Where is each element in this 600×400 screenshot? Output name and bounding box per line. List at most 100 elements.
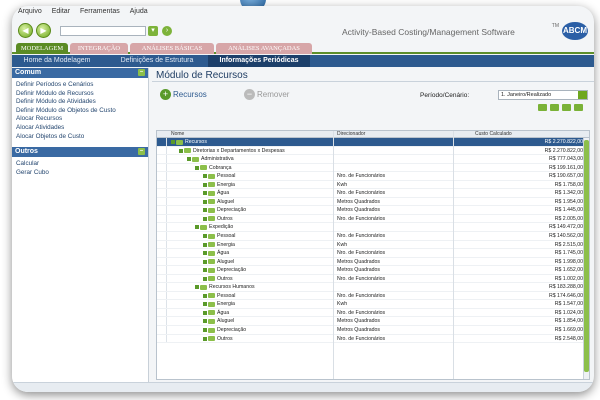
menu-arquivo[interactable]: Arquivo — [18, 8, 42, 16]
table-row[interactable]: Pessoal Nro. de Funcionários R$ 190.657,00 — [157, 172, 589, 181]
expand-toggle-icon[interactable] — [187, 157, 191, 162]
column-header-custo[interactable]: Custo Calculado — [475, 131, 512, 138]
row-name-cell: Outros — [203, 215, 233, 223]
subnav-home-modelagem[interactable]: Home da Modelagem — [16, 55, 98, 67]
table-row[interactable]: Outros Nro. de Funcionários R$ 2.548,00 — [157, 334, 589, 344]
period-select[interactable]: 1. Janeiro/Realizado — [498, 90, 588, 100]
table-row[interactable]: Outros Nro. de Funcionários R$ 2.005,00 — [157, 214, 589, 224]
address-input[interactable] — [60, 26, 146, 36]
expand-toggle-icon[interactable] — [195, 285, 199, 290]
expand-toggle-icon[interactable] — [203, 319, 207, 324]
sidebar-item-definir-recursos[interactable]: Definir Módulo de Recursos — [16, 90, 144, 99]
expand-toggle-icon[interactable] — [203, 276, 207, 281]
table-row[interactable]: Expedição R$ 149.472,00 — [157, 223, 589, 233]
table-row[interactable]: Energia Kwh R$ 2.515,00 — [157, 240, 589, 250]
menu-ajuda[interactable]: Ajuda — [130, 8, 148, 16]
table-row[interactable]: Energia Kwh R$ 1.547,00 — [157, 300, 589, 309]
expand-toggle-icon[interactable] — [203, 302, 207, 307]
column-header-nome[interactable]: Nome — [171, 131, 184, 138]
tab-analises-avancadas[interactable]: ANÁLISES AVANÇADAS — [216, 43, 312, 54]
sidebar-item-definir-atividades[interactable]: Definir Módulo de Atividades — [16, 98, 144, 107]
table-row[interactable]: Pessoal Nro. de Funcionários R$ 174.646,00 — [157, 291, 589, 301]
sidebar-item-definir-objetos[interactable]: Definir Módulo de Objetos de Custo — [16, 107, 144, 116]
remove-label: Remover — [257, 90, 290, 99]
row-gutter — [157, 326, 167, 334]
table-row[interactable]: Depreciação Metros Quadrados R$ 1.669,00 — [157, 326, 589, 335]
tab-integracao[interactable]: INTEGRAÇÃO — [70, 43, 128, 54]
table-row[interactable]: Cobrança R$ 199.161,00 — [157, 163, 589, 173]
collapse-icon[interactable]: – — [138, 148, 145, 156]
sidebar-list-outros: Calcular Gerar Cubo — [12, 157, 148, 183]
table-row[interactable]: Pessoal Nro. de Funcionários R$ 140.562,00 — [157, 232, 589, 241]
table-row[interactable]: Outros Nro. de Funcionários R$ 1.002,00 — [157, 274, 589, 284]
resources-grid: Nome Direcionador Custo Calculado Recurs… — [156, 130, 590, 380]
tab-analises-basicas[interactable]: ANÁLISES BÁSICAS — [130, 43, 214, 54]
collapse-all-icon[interactable] — [550, 104, 559, 111]
table-row[interactable]: Diretorias x Departamentos x Despesas R$ … — [157, 146, 589, 156]
expand-toggle-icon[interactable] — [203, 310, 207, 315]
go-button[interactable]: › — [162, 26, 172, 36]
table-row[interactable]: Aluguel Metros Quadrados R$ 1.854,00 — [157, 317, 589, 327]
expand-toggle-icon[interactable] — [203, 191, 207, 196]
grid-scrollbar[interactable] — [583, 138, 589, 379]
expand-toggle-icon[interactable] — [195, 165, 199, 170]
expand-toggle-icon[interactable] — [171, 140, 175, 144]
remove-button[interactable]: − Remover — [244, 89, 289, 100]
expand-toggle-icon[interactable] — [203, 328, 207, 333]
table-row[interactable]: Água Nro. de Funcionários R$ 1.342,00 — [157, 189, 589, 198]
sidebar-item-definir-periodos[interactable]: Definir Períodos e Cenários — [16, 81, 144, 90]
forward-button[interactable]: ▶ — [36, 23, 51, 38]
table-row[interactable]: Recursos Humanos R$ 183.288,00 — [157, 283, 589, 292]
back-button[interactable]: ◀ — [18, 23, 33, 38]
expand-toggle-icon[interactable] — [203, 234, 207, 239]
row-name-cell: Recursos — [171, 138, 207, 146]
row-name: Aluguel — [217, 198, 235, 205]
sidebar-item-gerar-cubo[interactable]: Gerar Cubo — [16, 169, 144, 178]
tab-modelagem[interactable]: MODELAGEM — [16, 43, 68, 54]
expand-toggle-icon[interactable] — [203, 293, 207, 298]
subnav-definicoes-estrutura[interactable]: Definições de Estrutura — [108, 55, 206, 67]
table-row[interactable]: Água Nro. de Funcionários R$ 1.745,00 — [157, 249, 589, 258]
table-row[interactable]: Administrativa R$ 777.043,00 — [157, 155, 589, 164]
subnav-informacoes-periodicas[interactable]: Informações Periódicas — [208, 55, 310, 67]
expand-toggle-icon[interactable] — [203, 251, 207, 256]
table-row[interactable]: Depreciação Metros Quadrados R$ 1.445,00 — [157, 206, 589, 215]
add-resource-button[interactable]: + Recursos — [160, 89, 207, 100]
expand-toggle-icon[interactable] — [203, 208, 207, 213]
collapse-icon[interactable]: – — [138, 69, 145, 76]
table-row[interactable]: Água Nro. de Funcionários R$ 1.024,00 — [157, 308, 589, 318]
sidebar-item-alocar-atividades[interactable]: Alocar Atividades — [16, 124, 144, 133]
row-name-cell: Aluguel — [203, 317, 234, 325]
expand-toggle-icon[interactable] — [203, 268, 207, 273]
print-icon[interactable] — [562, 104, 571, 111]
export-icon[interactable] — [574, 104, 583, 111]
folder-icon — [208, 199, 215, 205]
expand-toggle-icon[interactable] — [203, 336, 207, 341]
table-row[interactable]: Recursos R$ 2.270.822,00 — [157, 138, 589, 147]
table-row[interactable]: Aluguel Metros Quadrados R$ 1.954,00 — [157, 197, 589, 207]
expand-all-icon[interactable] — [538, 104, 547, 111]
sidebar-item-alocar-recursos[interactable]: Alocar Recursos — [16, 115, 144, 124]
sidebar-item-alocar-objetos[interactable]: Alocar Objetos de Custo — [16, 133, 144, 142]
menu-editar[interactable]: Editar — [52, 8, 70, 16]
expand-toggle-icon[interactable] — [203, 182, 207, 187]
menu-ferramentas[interactable]: Ferramentas — [80, 8, 120, 16]
row-driver: Kwh — [337, 181, 348, 188]
sidebar-item-calcular[interactable]: Calcular — [16, 160, 144, 169]
row-driver: Kwh — [337, 241, 348, 248]
column-header-direcionador[interactable]: Direcionador — [337, 131, 365, 138]
row-gutter — [157, 249, 167, 257]
expand-toggle-icon[interactable] — [203, 199, 207, 204]
address-dropdown-button[interactable]: ▾ — [148, 26, 158, 36]
table-row[interactable]: Aluguel Metros Quadrados R$ 1.998,00 — [157, 257, 589, 267]
expand-toggle-icon[interactable] — [203, 216, 207, 221]
expand-toggle-icon[interactable] — [203, 259, 207, 264]
table-row[interactable]: Energia Kwh R$ 1.758,00 — [157, 180, 589, 190]
grid-header: Nome Direcionador Custo Calculado — [157, 131, 589, 138]
table-row[interactable]: Depreciação Metros Quadrados R$ 1.652,00 — [157, 266, 589, 275]
expand-toggle-icon[interactable] — [195, 225, 199, 230]
expand-toggle-icon[interactable] — [203, 242, 207, 247]
expand-toggle-icon[interactable] — [179, 148, 183, 153]
expand-toggle-icon[interactable] — [203, 174, 207, 179]
row-driver: Nro. de Funcionários — [337, 275, 386, 282]
